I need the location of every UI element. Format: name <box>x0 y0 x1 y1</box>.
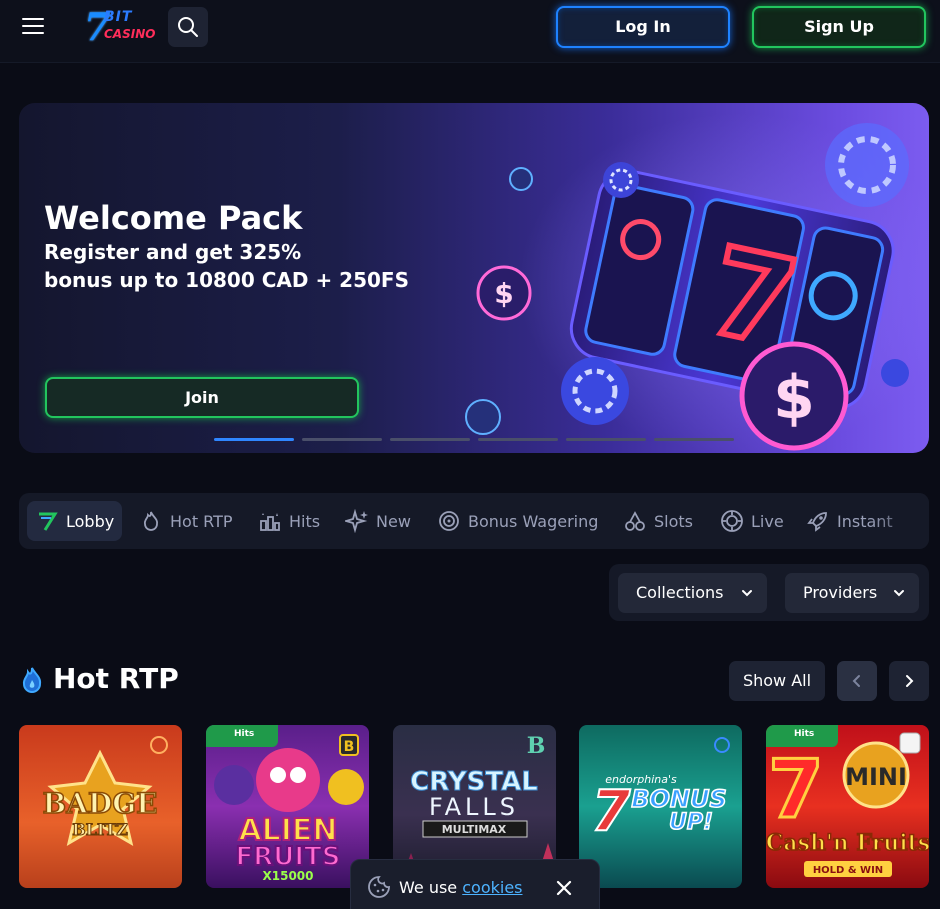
banner-subtitle-line1: Register and get 325% <box>44 240 302 264</box>
cherries-icon <box>625 511 645 531</box>
prev-arrow-button[interactable] <box>837 661 877 701</box>
cookie-banner: We use cookies <box>350 859 600 909</box>
game-title: Cash'n Fruits <box>766 830 929 856</box>
game-subtitle: X15000 <box>263 869 314 883</box>
category-lobby[interactable]: Lobby <box>27 501 123 541</box>
section-title: Hot RTP <box>53 662 179 695</box>
sparkles-icon <box>345 509 368 533</box>
chip-icon <box>721 510 743 532</box>
svg-text:7: 7 <box>592 779 631 844</box>
nav-fade <box>869 493 929 549</box>
game-subtitle: MULTIMAX <box>442 823 507 836</box>
cookie-message: We use <box>399 878 458 897</box>
category-label: Slots <box>654 511 693 531</box>
category-new[interactable]: New <box>337 501 419 541</box>
game-subtitle: UP! <box>669 810 713 835</box>
providers-dropdown[interactable]: Providers <box>785 573 919 613</box>
collections-dropdown[interactable]: Collections <box>618 573 767 613</box>
next-arrow-button[interactable] <box>889 661 929 701</box>
category-label: Hot RTP <box>170 511 233 531</box>
show-all-button[interactable]: Show All <box>729 661 825 701</box>
category-live[interactable]: Live <box>712 501 792 541</box>
banner-title: Welcome Pack <box>44 199 303 237</box>
game-title: MINI <box>845 763 907 791</box>
rocket-icon <box>807 512 827 532</box>
cookie-text: We use cookies <box>399 878 523 897</box>
carousel-indicators <box>214 438 744 442</box>
category-label: Lobby <box>66 511 115 531</box>
join-button[interactable]: Join <box>45 377 359 418</box>
providers-label: Providers <box>803 583 878 602</box>
logo-bit: BIT <box>104 9 133 25</box>
carousel-dot-4[interactable] <box>478 438 558 441</box>
category-label: Live <box>751 511 784 531</box>
collections-label: Collections <box>636 583 724 602</box>
banner-subtitle-line2: bonus up to 10800 CAD + 250FS <box>44 268 409 292</box>
slot-machine-illustration: 7 $ $ <box>465 113 929 453</box>
category-hits[interactable]: Hits <box>250 501 328 541</box>
filter-bar: Collections Providers <box>609 564 929 621</box>
category-nav: Lobby Hot RTP Hits New Bonus Wagering Sl… <box>19 493 929 549</box>
game-thumbnail: B ALIEN FRUITS X15000 <box>214 734 364 883</box>
provider-badge: B <box>344 739 355 755</box>
carousel-dot-1[interactable] <box>214 438 294 441</box>
hamburger-icon[interactable] <box>22 18 44 36</box>
game-title: BADGE <box>43 787 158 820</box>
game-card-alien-fruits[interactable]: B ALIEN FRUITS X15000 Hits <box>206 725 369 888</box>
chart-hits-icon <box>260 513 280 531</box>
game-thumbnail: 7 MINI Cash'n Fruits HOLD & WIN <box>766 732 929 877</box>
close-icon[interactable] <box>555 879 573 897</box>
game-title: FRUITS <box>235 842 340 872</box>
game-subtitle: HOLD & WIN <box>813 865 883 876</box>
provider-badge: B <box>527 733 546 759</box>
chevron-down-icon <box>742 590 752 597</box>
carousel-dot-5[interactable] <box>566 438 646 441</box>
game-card-badge-blitz[interactable]: BADGE BLITZ <box>19 725 182 888</box>
flame-icon <box>143 511 159 531</box>
game-title: FALLS <box>429 793 519 821</box>
carousel-dot-2[interactable] <box>302 438 382 441</box>
category-label: Bonus Wagering <box>468 511 599 531</box>
hits-badge: Hits <box>206 725 278 747</box>
promo-banner[interactable]: 7 $ $ Welcome Pack Register and get 325%… <box>19 103 929 453</box>
flame-icon <box>22 667 42 693</box>
game-title: BONUS <box>631 785 727 813</box>
cookies-link[interactable]: cookies <box>462 878 522 897</box>
target-icon <box>439 511 459 531</box>
game-thumbnail: endorphina's 7 BONUS UP! <box>591 737 730 845</box>
category-label: New <box>376 511 411 531</box>
game-title: BLITZ <box>72 820 128 839</box>
hits-badge: Hits <box>766 725 838 747</box>
site-logo[interactable]: 7 BIT CASINO <box>84 7 156 47</box>
category-hot-rtp[interactable]: Hot RTP <box>131 501 241 541</box>
carousel-dot-6[interactable] <box>654 438 734 441</box>
svg-text:$: $ <box>773 363 815 433</box>
game-card-bonus-up[interactable]: endorphina's 7 BONUS UP! <box>579 725 742 888</box>
logo-casino: CASINO <box>104 27 156 41</box>
login-button[interactable]: Log In <box>556 6 730 48</box>
signup-button[interactable]: Sign Up <box>752 6 926 48</box>
carousel-dot-3[interactable] <box>390 438 470 441</box>
search-icon <box>178 17 198 37</box>
category-slots[interactable]: Slots <box>615 501 701 541</box>
search-button[interactable] <box>168 7 208 47</box>
game-thumbnail: BADGE BLITZ <box>42 736 168 847</box>
chevron-left-icon <box>852 675 860 687</box>
cookie-icon <box>368 876 390 898</box>
site-header: 7 BIT CASINO Log In Sign Up <box>0 0 940 63</box>
game-card-cash-n-fruits[interactable]: 7 MINI Cash'n Fruits HOLD & WIN Hits <box>766 725 929 888</box>
chevron-right-icon <box>906 675 914 687</box>
svg-text:7: 7 <box>768 743 824 836</box>
svg-text:$: $ <box>494 277 513 310</box>
7bit-logo-icon <box>39 512 58 531</box>
category-bonus-wagering[interactable]: Bonus Wagering <box>429 501 606 541</box>
category-label: Hits <box>289 511 321 531</box>
chevron-down-icon <box>894 590 904 597</box>
